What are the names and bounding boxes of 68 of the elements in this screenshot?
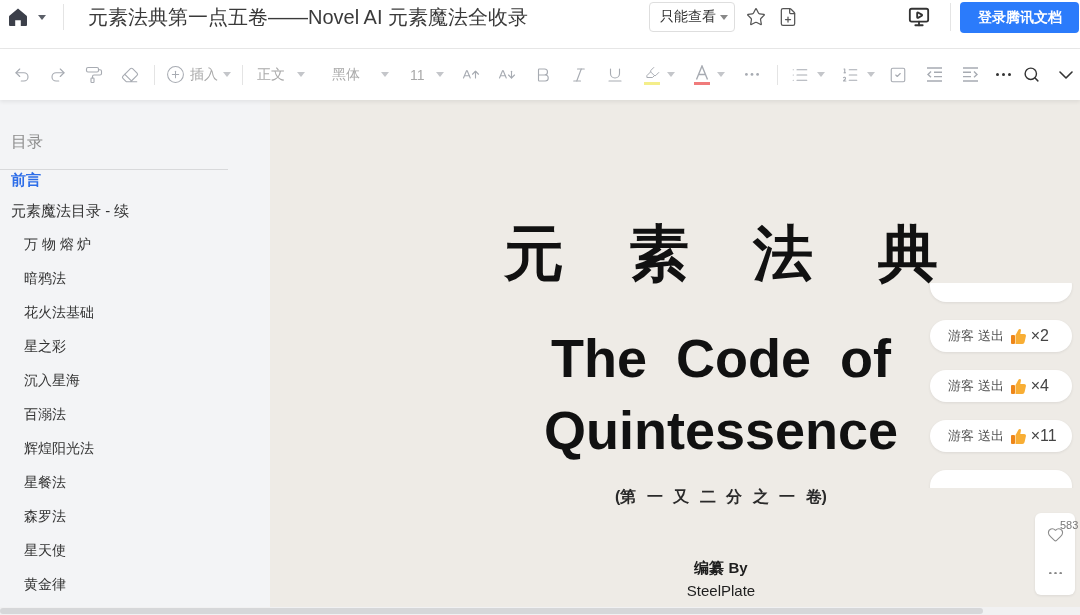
permission-dropdown[interactable]: 只能查看: [649, 2, 735, 32]
toc-item[interactable]: 万 物 熔 炉: [0, 228, 270, 262]
home-icon: [8, 7, 28, 27]
caret-icon: [381, 72, 389, 77]
more-reactions-button[interactable]: [1046, 569, 1064, 577]
checkbox-icon: [889, 65, 907, 84]
font-color-icon: [693, 64, 711, 85]
undo-icon: [13, 65, 31, 84]
thumbs-up-icon: [1010, 428, 1026, 444]
toc-item[interactable]: 森罗法: [0, 500, 270, 534]
document-title: 元素法典第一点五卷——Novel AI 元素魔法全收录: [88, 5, 529, 30]
toc-item[interactable]: 前言: [0, 170, 270, 194]
plus-circle-icon: [166, 65, 185, 84]
toc-heading: 目录: [0, 100, 228, 170]
redo-icon: [49, 65, 67, 84]
gift-count: ×4: [1030, 377, 1049, 395]
caret-icon: [667, 72, 675, 77]
indent-icon: [961, 67, 979, 82]
file-plus-icon: [778, 7, 798, 27]
caret-icon: [38, 14, 46, 20]
scrollbar-thumb[interactable]: [0, 608, 983, 614]
star-icon: [746, 7, 766, 27]
compiled-by-label: 编纂 By: [694, 558, 748, 578]
more-icon: [995, 73, 1011, 76]
paint-roller-icon: [85, 65, 103, 84]
toc-item[interactable]: 沉入星海: [0, 364, 270, 398]
gift-text: 游客 送出: [948, 427, 1004, 445]
toc-item[interactable]: 花火法基础: [0, 296, 270, 330]
more-icon: [1048, 571, 1062, 575]
numbered-list-icon: [841, 65, 859, 84]
gift-count: ×2: [1030, 327, 1049, 345]
toc-item[interactable]: 星之彩: [0, 330, 270, 364]
eraser-icon: [121, 65, 139, 84]
toc-item[interactable]: 元素魔法目录 - 续: [0, 194, 270, 228]
thumbs-up-icon: [1010, 328, 1026, 344]
thumbs-up-icon: [1010, 378, 1026, 394]
gift-count: ×11: [1030, 427, 1057, 445]
toc-item[interactable]: 辉煌阳光法: [0, 432, 270, 466]
search-icon: [1022, 66, 1040, 83]
like-count: 583: [1060, 519, 1079, 532]
toc-item[interactable]: 暗鸦法: [0, 262, 270, 296]
toc-item[interactable]: 黄金律: [0, 568, 270, 602]
cover-subtitle: Quintessence: [543, 399, 899, 462]
caret-icon: [717, 72, 725, 77]
volume-label: (第 一 又 二 分 之 一 卷): [615, 487, 827, 507]
cover-title: 元 素 法 典: [504, 219, 938, 289]
italic-icon: [570, 65, 588, 84]
scrollbar[interactable]: [0, 607, 1080, 615]
caret-icon: [223, 72, 231, 77]
monitor-play-icon: [908, 6, 930, 28]
toc-item[interactable]: 百溺法: [0, 398, 270, 432]
caret-icon: [867, 72, 875, 77]
highlighter-icon: [643, 64, 661, 85]
gift-text: 游客 送出: [948, 377, 1004, 395]
caret-icon: [720, 14, 728, 20]
gift-text: 游客 送出: [948, 327, 1004, 345]
toc-item[interactable]: 星天使: [0, 534, 270, 568]
cover-subtitle: The Code of: [551, 327, 891, 390]
outdent-icon: [925, 67, 943, 82]
underline-icon: [606, 65, 624, 84]
chevron-down-icon: [1059, 70, 1073, 79]
more-icon: [745, 73, 759, 76]
login-button[interactable]: 登录腾讯文档: [960, 2, 1079, 33]
caret-icon: [817, 72, 825, 77]
caret-icon: [436, 72, 444, 77]
author-name: SteelPlate: [686, 581, 756, 601]
toc-item[interactable]: 星餐法: [0, 466, 270, 500]
caret-icon: [297, 72, 305, 77]
